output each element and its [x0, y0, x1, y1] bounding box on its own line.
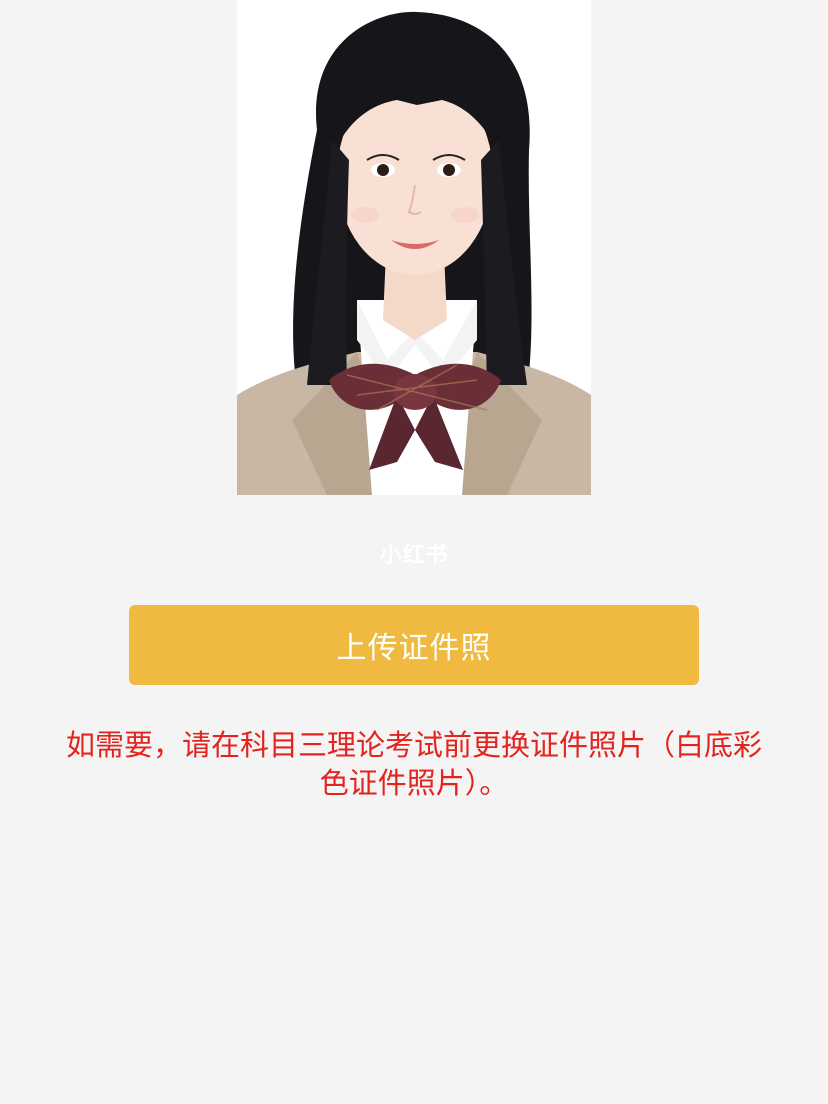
watermark: 小红书: [379, 543, 449, 568]
id-photo: [237, 0, 591, 495]
upload-id-photo-button[interactable]: 上传证件照: [129, 605, 699, 685]
notice-text: 如需要，请在科目三理论考试前更换证件照片（白底彩色证件照片）。: [65, 728, 762, 800]
